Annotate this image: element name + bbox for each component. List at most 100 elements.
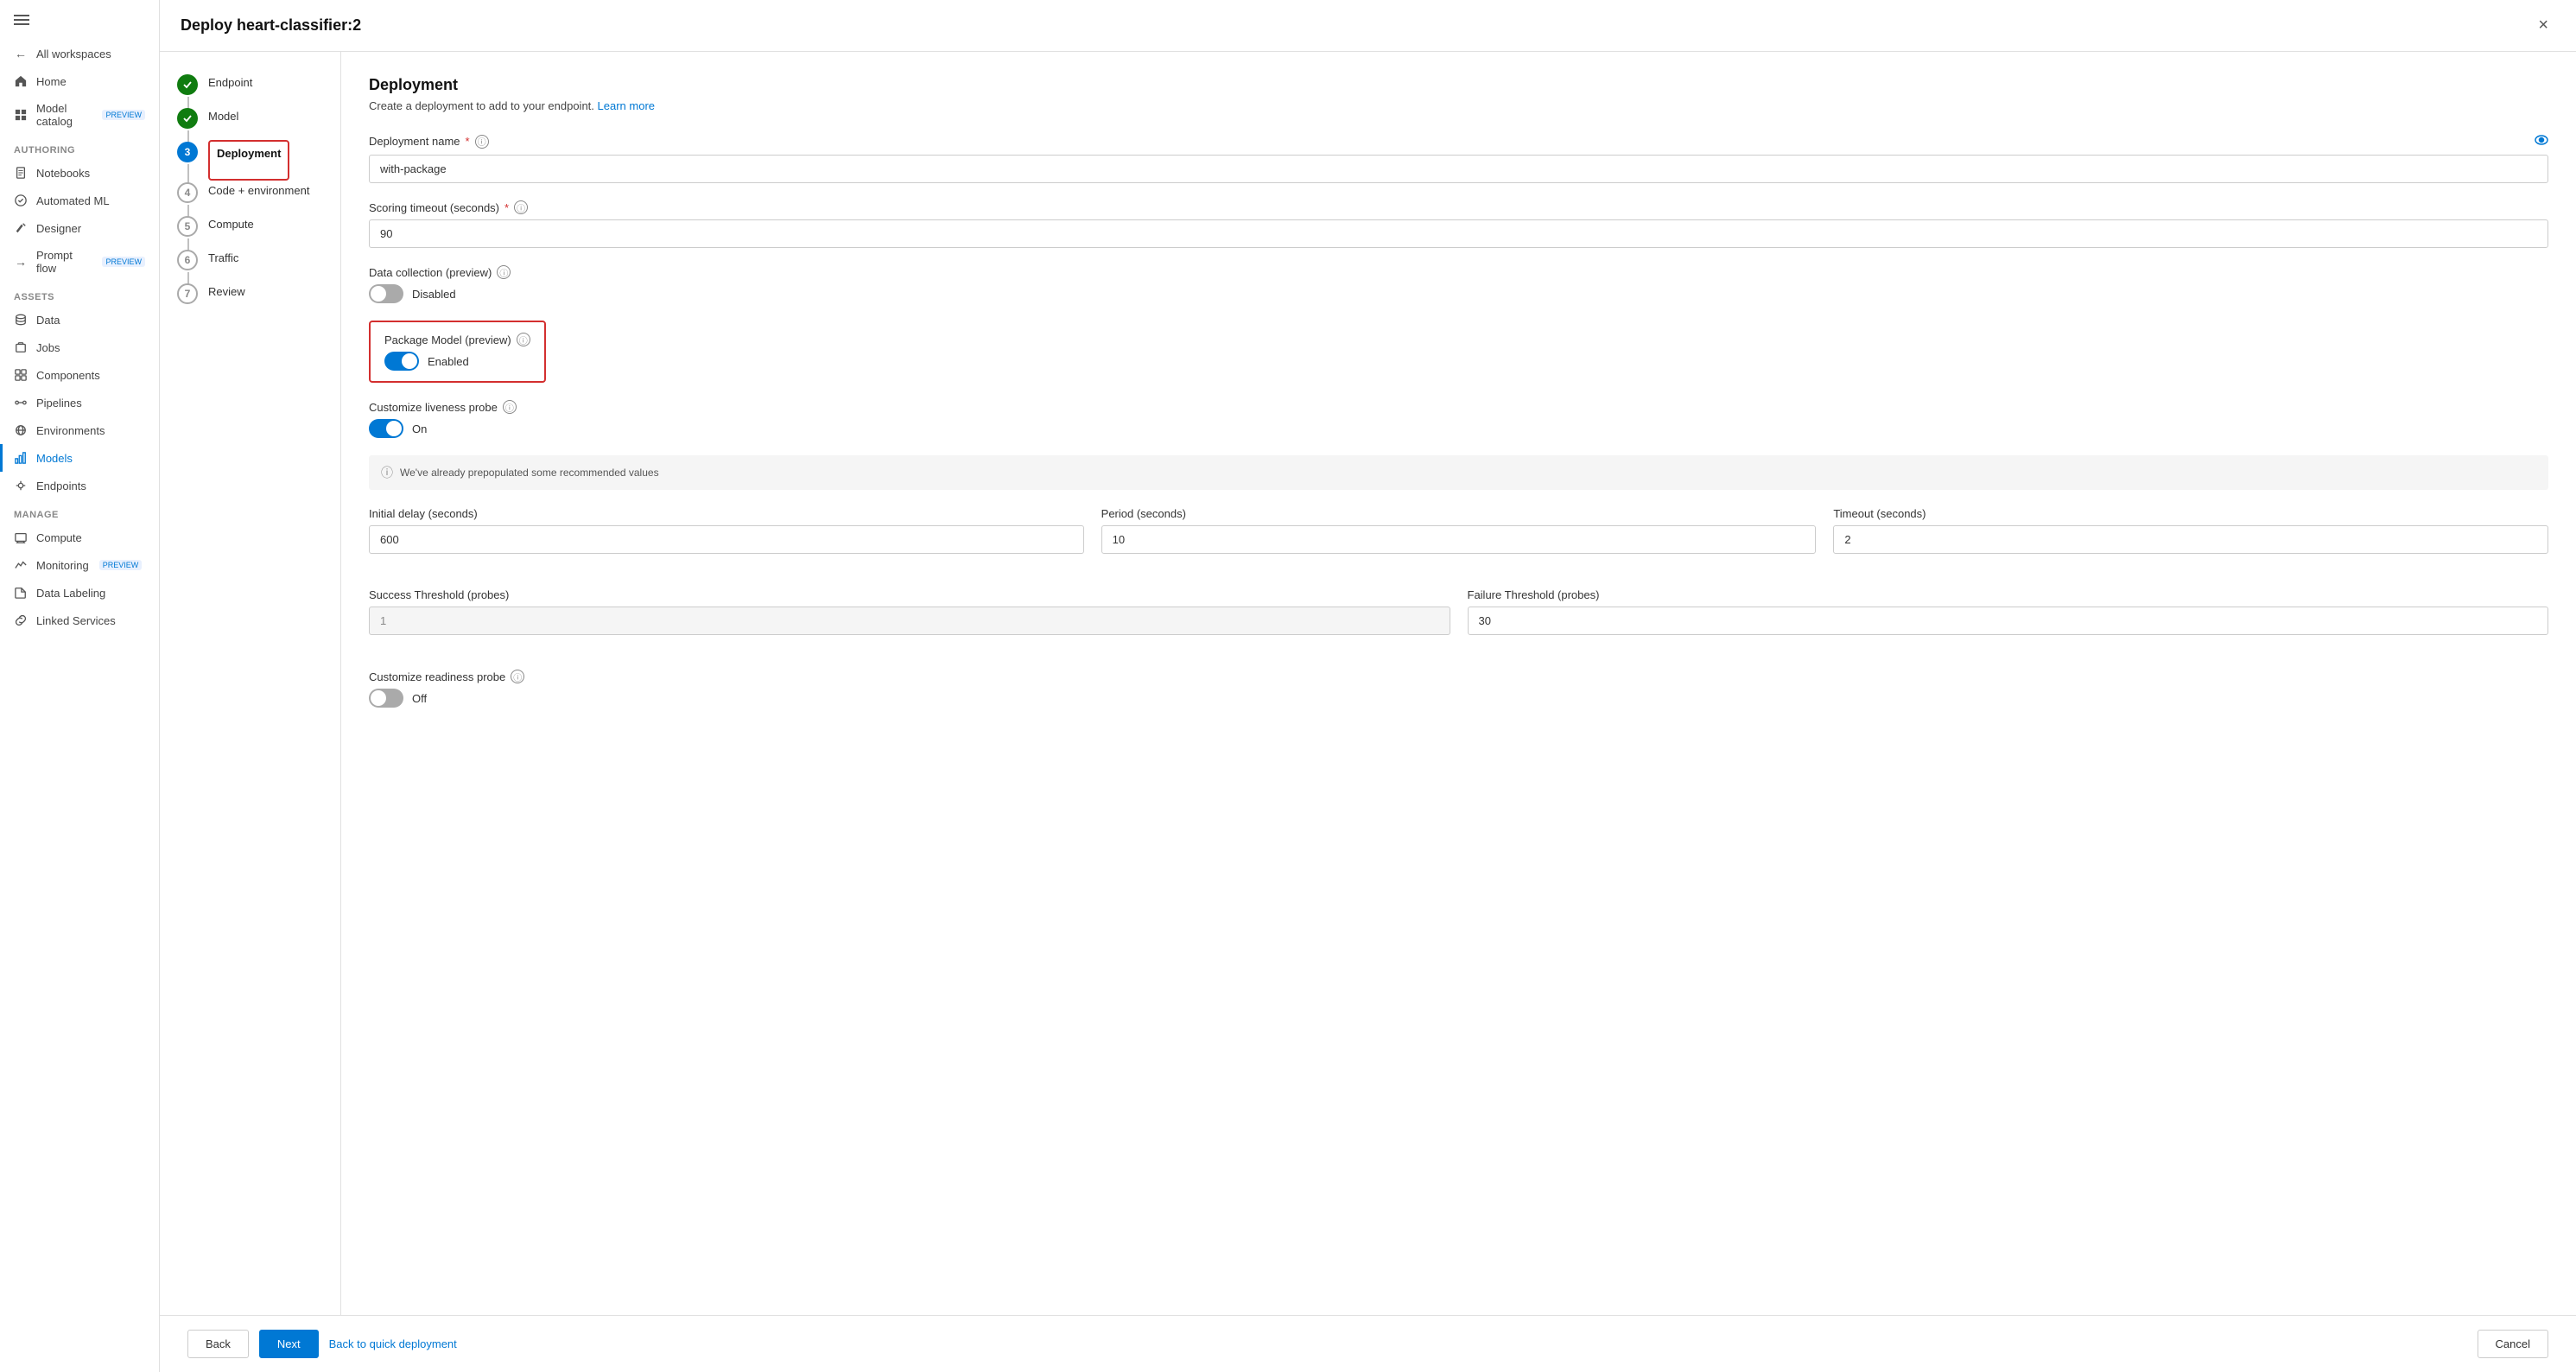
liveness-info-icon[interactable]: ⓘ: [503, 400, 517, 414]
prepopulated-info-box: ⓘ We've already prepopulated some recomm…: [369, 455, 2548, 490]
sidebar-item-linked-services[interactable]: Linked Services: [0, 607, 159, 634]
sidebar-item-prompt-flow[interactable]: → Prompt flow PREVIEW: [0, 242, 159, 282]
initial-delay-input[interactable]: [369, 525, 1084, 554]
package-model-toggle[interactable]: [384, 352, 419, 371]
step-circle-model: [177, 108, 198, 129]
sidebar-item-home[interactable]: Home: [0, 67, 159, 95]
package-model-info-icon[interactable]: ⓘ: [517, 333, 530, 346]
step-model[interactable]: Model: [177, 106, 323, 140]
success-threshold-label: Success Threshold (probes): [369, 588, 1450, 601]
data-labeling-icon: [14, 586, 28, 600]
sidebar-item-compute[interactable]: Compute: [0, 524, 159, 551]
step-active-box: Deployment: [208, 140, 289, 181]
step-circle-traffic: 6: [177, 250, 198, 270]
section-desc: Create a deployment to add to your endpo…: [369, 99, 2548, 112]
sidebar-item-models[interactable]: Models: [0, 444, 159, 472]
dialog-body: Endpoint Model 3 Deployment: [160, 52, 2576, 1315]
info-box-icon: ⓘ: [381, 464, 393, 481]
initial-delay-label: Initial delay (seconds): [369, 507, 1084, 520]
step-label-compute: Compute: [208, 214, 254, 248]
timeout-input[interactable]: [1833, 525, 2548, 554]
linked-services-icon: [14, 613, 28, 627]
period-input[interactable]: [1101, 525, 1817, 554]
step-deployment[interactable]: 3 Deployment: [177, 140, 323, 181]
sidebar-item-data[interactable]: Data: [0, 306, 159, 333]
learn-more-link[interactable]: Learn more: [598, 99, 655, 112]
designer-icon: [14, 221, 28, 235]
step-label-deployment: Deployment: [217, 143, 281, 177]
readiness-toggle[interactable]: [369, 689, 403, 708]
data-collection-info-icon[interactable]: ⓘ: [497, 265, 511, 279]
assets-section-label: Assets: [0, 282, 159, 306]
step-circle-compute: 5: [177, 216, 198, 237]
data-collection-label: Data collection (preview) ⓘ: [369, 265, 2548, 279]
next-button[interactable]: Next: [259, 1330, 319, 1358]
sidebar-item-all-workspaces[interactable]: ← All workspaces: [0, 40, 159, 67]
deployment-name-input[interactable]: [369, 155, 2548, 183]
liveness-label: Customize liveness probe ⓘ: [369, 400, 2548, 414]
sidebar-item-monitoring[interactable]: Monitoring PREVIEW: [0, 551, 159, 579]
back-button[interactable]: Back: [187, 1330, 249, 1358]
liveness-probe-group: Customize liveness probe ⓘ On: [369, 400, 2548, 438]
scoring-timeout-group: Scoring timeout (seconds) * ⓘ: [369, 200, 2548, 248]
sidebar-item-automated-ml[interactable]: Automated ML: [0, 187, 159, 214]
step-endpoint[interactable]: Endpoint: [177, 73, 323, 106]
close-button[interactable]: ×: [2531, 12, 2555, 39]
initial-delay-group: Initial delay (seconds): [369, 507, 1084, 554]
scoring-timeout-input[interactable]: [369, 219, 2548, 248]
success-threshold-input[interactable]: [369, 607, 1450, 635]
data-collection-toggle-row: Disabled: [369, 284, 2548, 303]
section-title: Deployment: [369, 76, 2548, 94]
period-group: Period (seconds): [1101, 507, 1817, 554]
footer: Back Next Back to quick deployment Cance…: [160, 1315, 2576, 1372]
readiness-info-icon[interactable]: ⓘ: [511, 670, 524, 683]
data-collection-toggle[interactable]: [369, 284, 403, 303]
liveness-toggle[interactable]: [369, 419, 403, 438]
pipelines-icon: [14, 396, 28, 410]
deployment-name-input-wrapper: [369, 155, 2548, 183]
data-icon: [14, 313, 28, 327]
step-label-traffic: Traffic: [208, 248, 238, 282]
liveness-status: On: [412, 422, 427, 435]
sidebar-item-designer[interactable]: Designer: [0, 214, 159, 242]
hamburger-button[interactable]: [0, 0, 159, 40]
package-model-status: Enabled: [428, 355, 469, 368]
step-label-model: Model: [208, 106, 238, 140]
package-model-box: Package Model (preview) ⓘ Enabled: [369, 321, 546, 383]
cancel-button[interactable]: Cancel: [2478, 1330, 2548, 1358]
models-icon: [14, 451, 28, 465]
step-compute[interactable]: 5 Compute: [177, 214, 323, 248]
back-to-quick-deployment-link[interactable]: Back to quick deployment: [329, 1331, 457, 1357]
deployment-name-eye-icon[interactable]: [2535, 133, 2548, 149]
step-code-environment[interactable]: 4 Code + environment: [177, 181, 323, 214]
home-icon: [14, 74, 28, 88]
prompt-flow-icon: →: [14, 255, 28, 269]
step-review[interactable]: 7 Review: [177, 282, 323, 315]
notebooks-icon: [14, 166, 28, 180]
sidebar-item-data-labeling[interactable]: Data Labeling: [0, 579, 159, 607]
readiness-toggle-row: Off: [369, 689, 2548, 708]
deployment-name-group: Deployment name * ⓘ: [369, 133, 2548, 183]
monitoring-icon: [14, 558, 28, 572]
sidebar-item-jobs[interactable]: Jobs: [0, 333, 159, 361]
readiness-probe-group: Customize readiness probe ⓘ Off: [369, 670, 2548, 708]
sidebar-item-notebooks[interactable]: Notebooks: [0, 159, 159, 187]
sidebar-item-environments[interactable]: Environments: [0, 416, 159, 444]
sidebar-item-endpoints[interactable]: Endpoints: [0, 472, 159, 499]
scoring-timeout-info-icon[interactable]: ⓘ: [514, 200, 528, 214]
steps-panel: Endpoint Model 3 Deployment: [160, 52, 341, 1315]
automated-ml-icon: [14, 194, 28, 207]
sidebar-item-components[interactable]: Components: [0, 361, 159, 389]
catalog-icon: [14, 108, 28, 122]
deployment-name-info-icon[interactable]: ⓘ: [475, 135, 489, 149]
sidebar-item-pipelines[interactable]: Pipelines: [0, 389, 159, 416]
failure-threshold-label: Failure Threshold (probes): [1468, 588, 2549, 601]
dialog-header: Deploy heart-classifier:2 ×: [160, 0, 2576, 52]
failure-threshold-input[interactable]: [1468, 607, 2549, 635]
sidebar-item-model-catalog[interactable]: Model catalog PREVIEW: [0, 95, 159, 135]
authoring-section-label: Authoring: [0, 135, 159, 159]
period-label: Period (seconds): [1101, 507, 1817, 520]
step-traffic[interactable]: 6 Traffic: [177, 248, 323, 282]
step-label-review: Review: [208, 282, 245, 315]
compute-icon: [14, 530, 28, 544]
